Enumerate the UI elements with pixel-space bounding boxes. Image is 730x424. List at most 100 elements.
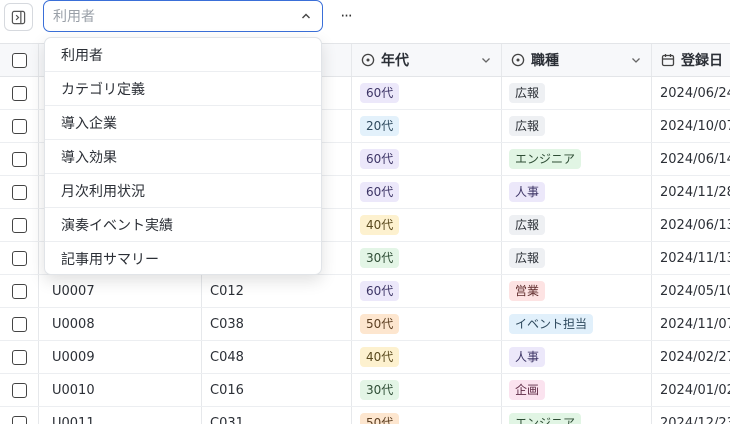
cell-age[interactable]: 30代 <box>360 242 498 274</box>
age-tag: 60代 <box>360 182 400 202</box>
job-tag: 人事 <box>509 182 546 202</box>
row-select-cell <box>0 407 38 424</box>
cell-age[interactable]: 40代 <box>360 209 498 241</box>
select-field-icon <box>511 53 525 67</box>
cell-date[interactable]: 2024/11/28 <box>660 176 730 208</box>
cell-age[interactable]: 50代 <box>360 407 498 424</box>
cell-job[interactable]: 営業 <box>509 275 647 307</box>
cell-user-id[interactable]: U0011 <box>52 407 197 424</box>
table-row[interactable]: U0008 C038 50代 イベント担当 2024/11/07 <box>0 308 730 341</box>
date-text: 2024/06/14 <box>660 151 730 167</box>
table-row[interactable]: U0011 C031 50代 エンジニア 2024/12/23 <box>0 407 730 424</box>
calendar-icon <box>661 54 675 67</box>
cell-user-id[interactable]: U0007 <box>52 275 197 307</box>
cell-age[interactable]: 60代 <box>360 275 498 307</box>
dropdown-option[interactable]: 月次利用状況 <box>45 174 321 208</box>
cell-date[interactable]: 2024/02/27 <box>660 341 730 373</box>
row-checkbox[interactable] <box>11 382 27 398</box>
chevron-down-icon <box>632 58 640 63</box>
dropdown-option[interactable]: 演奏イベント実績 <box>45 208 321 242</box>
cell-date[interactable]: 2024/11/07 <box>660 308 730 340</box>
view-select[interactable]: 利用者 <box>43 0 323 32</box>
cell-age[interactable]: 30代 <box>360 374 498 406</box>
age-tag: 50代 <box>360 314 400 334</box>
cell-job[interactable]: 広報 <box>509 77 647 109</box>
cell-category[interactable]: C038 <box>210 308 348 340</box>
cell-date[interactable]: 2024/11/13 <box>660 242 730 274</box>
cell-age[interactable]: 60代 <box>360 77 498 109</box>
age-tag: 60代 <box>360 149 400 169</box>
job-tag: 広報 <box>509 83 546 103</box>
cell-category[interactable]: C031 <box>210 407 348 424</box>
cell-job[interactable]: エンジニア <box>509 143 647 175</box>
cell-age[interactable]: 60代 <box>360 143 498 175</box>
dropdown-option[interactable]: 利用者 <box>45 38 321 72</box>
cell-category[interactable]: C016 <box>210 374 348 406</box>
row-checkbox[interactable] <box>11 283 27 299</box>
cell-date[interactable]: 2024/01/02 <box>660 374 730 406</box>
cell-date[interactable]: 2024/06/24 <box>660 77 730 109</box>
row-checkbox[interactable] <box>11 250 27 266</box>
dropdown-option[interactable]: 記事用サマリー <box>45 242 321 274</box>
job-tag: 広報 <box>509 248 546 268</box>
cell-date[interactable]: 2024/10/07 <box>660 110 730 142</box>
table-row[interactable]: U0009 C048 40代 人事 2024/02/27 <box>0 341 730 374</box>
cell-job[interactable]: 広報 <box>509 242 647 274</box>
column-header-age-label: 年代 <box>381 53 409 69</box>
job-tag: 企画 <box>509 380 546 400</box>
cell-job[interactable]: 人事 <box>509 341 647 373</box>
table-row[interactable]: U0007 C012 60代 営業 2024/05/10 <box>0 275 730 308</box>
cell-user-id[interactable]: U0008 <box>52 308 197 340</box>
row-select-cell <box>0 209 38 241</box>
job-tag: 広報 <box>509 116 546 136</box>
cell-age[interactable]: 50代 <box>360 308 498 340</box>
cell-category[interactable]: C048 <box>210 341 348 373</box>
date-text: 2024/06/24 <box>660 85 730 101</box>
date-text: 2024/06/13 <box>660 217 730 233</box>
cell-job[interactable]: 広報 <box>509 110 647 142</box>
cell-job[interactable]: エンジニア <box>509 407 647 424</box>
cell-job[interactable]: イベント担当 <box>509 308 647 340</box>
column-header-age[interactable]: 年代 <box>351 44 501 76</box>
ellipsis-icon: ··· <box>340 7 352 25</box>
dropdown-option[interactable]: 導入企業 <box>45 106 321 140</box>
row-checkbox[interactable] <box>11 217 27 233</box>
column-header-job-label: 職種 <box>531 53 559 69</box>
date-text: 2024/05/10 <box>660 283 730 299</box>
cell-job[interactable]: 人事 <box>509 176 647 208</box>
job-tag: エンジニア <box>509 149 582 169</box>
row-checkbox[interactable] <box>11 316 27 332</box>
cell-job[interactable]: 広報 <box>509 209 647 241</box>
row-checkbox[interactable] <box>11 151 27 167</box>
sidebar-toggle-button[interactable] <box>4 3 33 31</box>
row-checkbox[interactable] <box>11 415 27 424</box>
more-options-button[interactable]: ··· <box>335 5 357 27</box>
row-select-cell <box>0 374 38 406</box>
view-select-placeholder: 利用者 <box>53 9 95 25</box>
cell-age[interactable]: 20代 <box>360 110 498 142</box>
cell-date[interactable]: 2024/05/10 <box>660 275 730 307</box>
cell-category[interactable]: C012 <box>210 275 348 307</box>
cell-job[interactable]: 企画 <box>509 374 647 406</box>
row-checkbox[interactable] <box>11 85 27 101</box>
cell-date[interactable]: 2024/06/14 <box>660 143 730 175</box>
table-row[interactable]: U0010 C016 30代 企画 2024/01/02 <box>0 374 730 407</box>
column-header-date[interactable]: 登録日 <box>651 44 730 76</box>
cell-user-id[interactable]: U0010 <box>52 374 197 406</box>
header-select-cell <box>0 44 38 76</box>
column-header-job[interactable]: 職種 <box>501 44 651 76</box>
select-all-checkbox[interactable] <box>11 52 27 68</box>
dropdown-option[interactable]: 導入効果 <box>45 140 321 174</box>
cell-date[interactable]: 2024/12/23 <box>660 407 730 424</box>
date-text: 2024/11/28 <box>660 184 730 200</box>
cell-age[interactable]: 40代 <box>360 341 498 373</box>
row-checkbox[interactable] <box>11 184 27 200</box>
cell-age[interactable]: 60代 <box>360 176 498 208</box>
cell-date[interactable]: 2024/06/13 <box>660 209 730 241</box>
view-select-dropdown: 利用者 カテゴリ定義 導入企業 導入効果 月次利用状況 演奏イベント実績 記事用サマリー <box>44 37 322 275</box>
cell-user-id[interactable]: U0009 <box>52 341 197 373</box>
dropdown-option[interactable]: カテゴリ定義 <box>45 72 321 106</box>
category-text: C016 <box>210 382 244 398</box>
row-checkbox[interactable] <box>11 349 27 365</box>
row-checkbox[interactable] <box>11 118 27 134</box>
